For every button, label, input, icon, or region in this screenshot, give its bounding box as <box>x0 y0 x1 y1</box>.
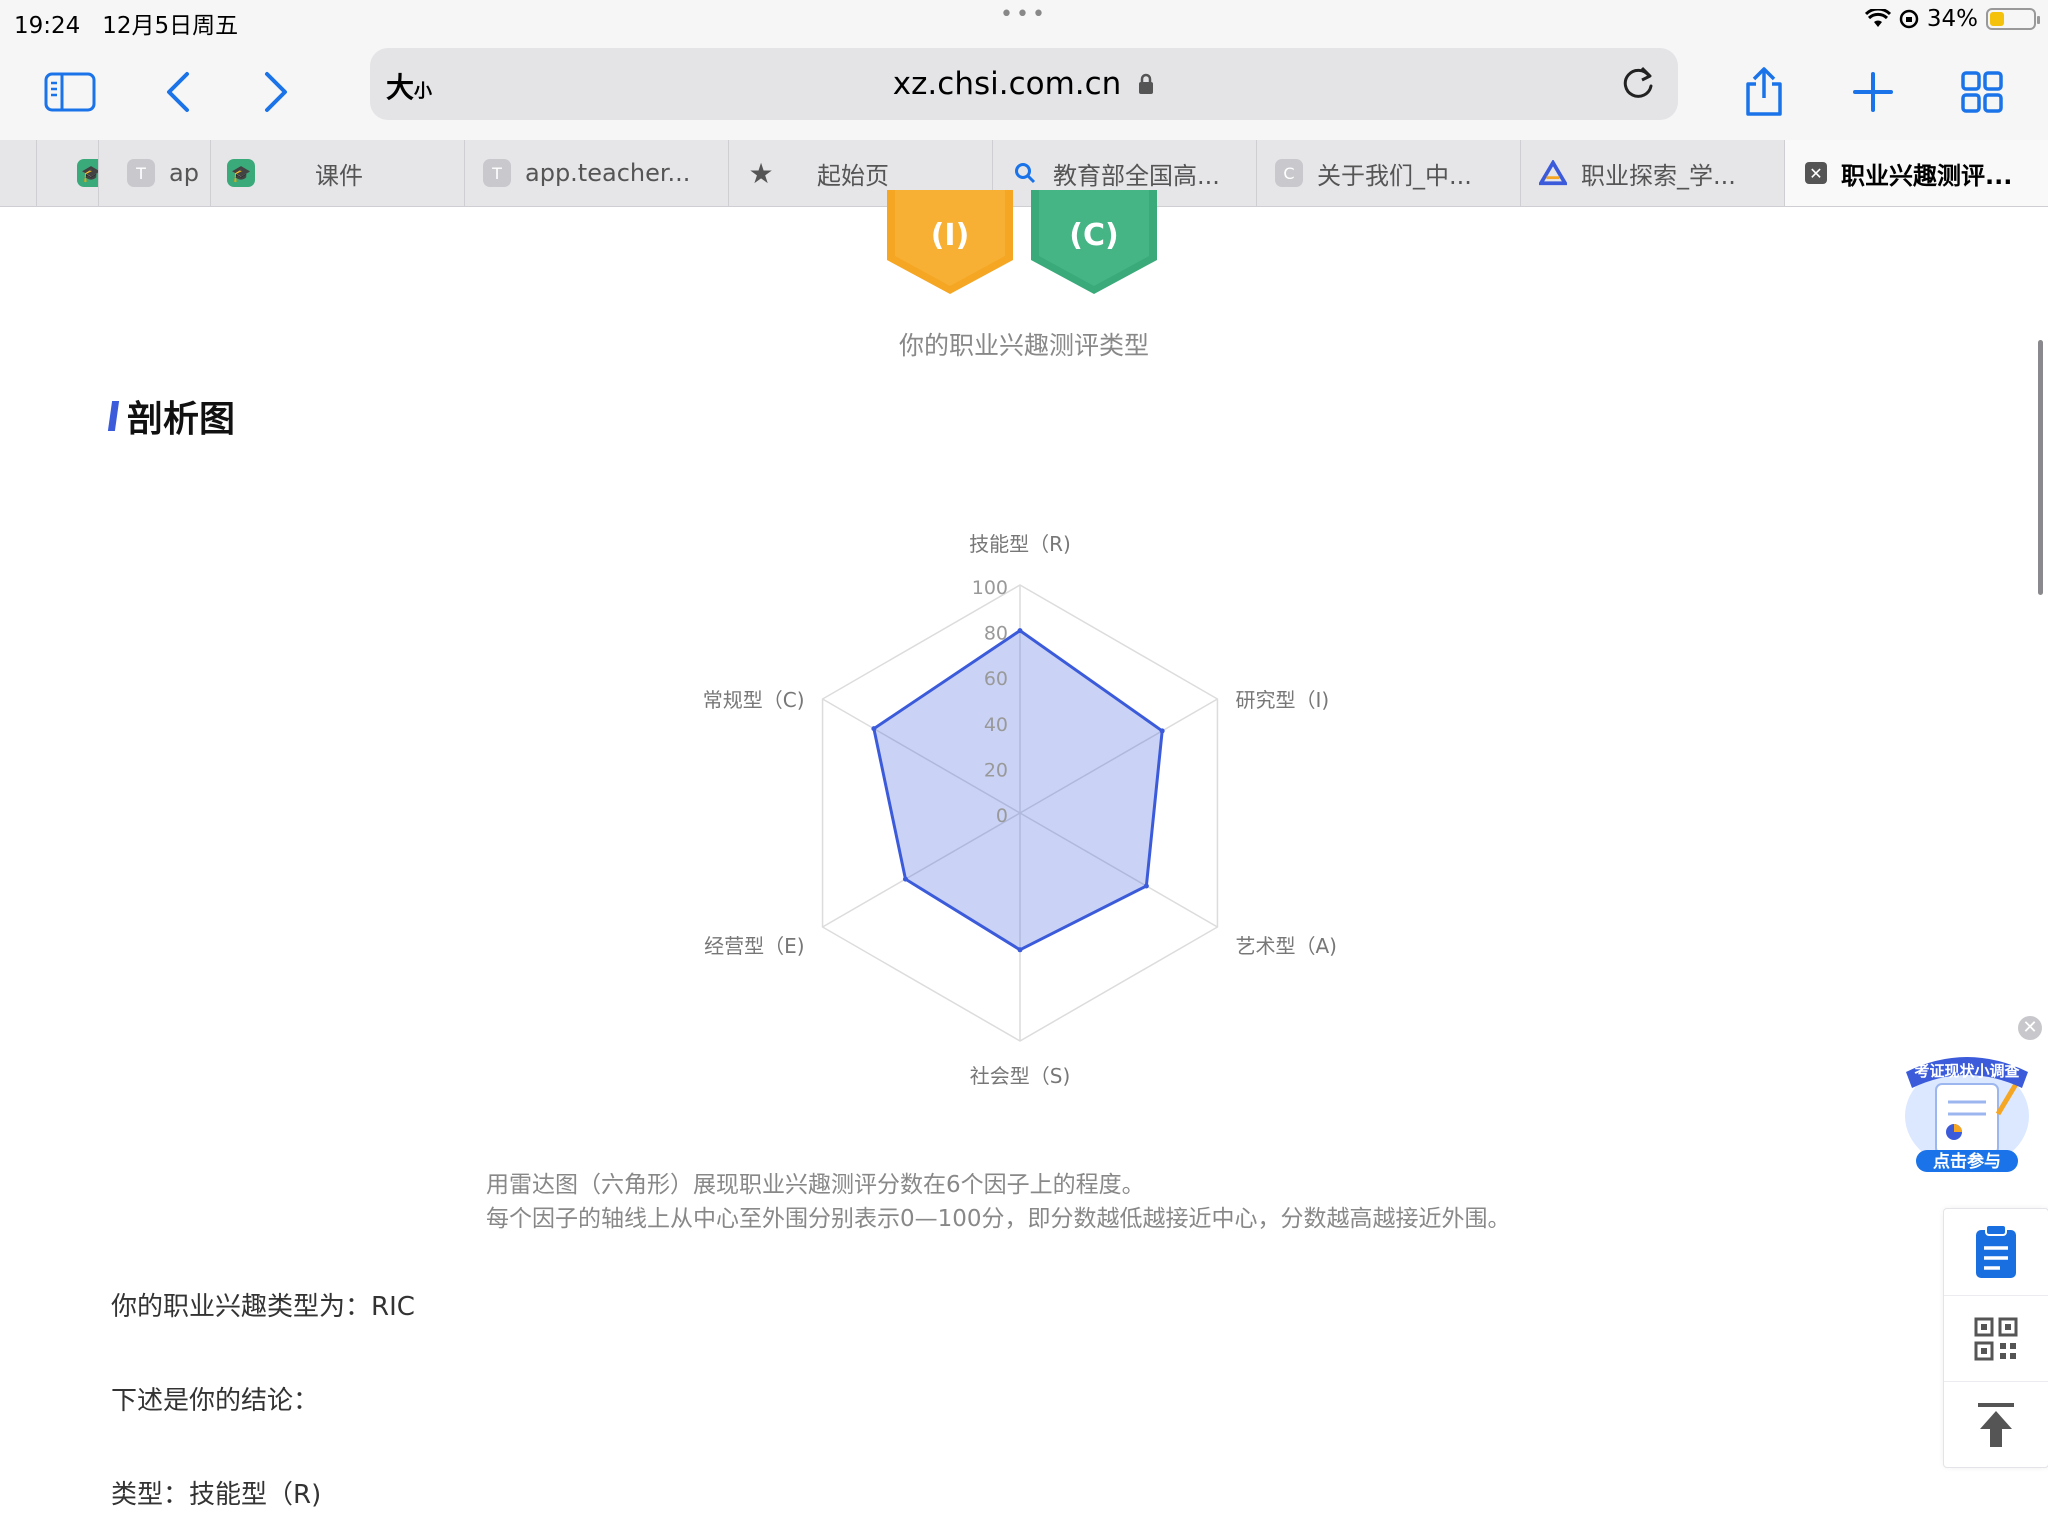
survey-widget[interactable]: 考证现状小调查 点击参与 <box>1898 1044 2036 1174</box>
section-title: 剖析图 <box>107 390 235 442</box>
star-icon: ★ <box>748 156 774 190</box>
tab-ap[interactable]: T ap <box>98 140 210 206</box>
badge-conventional <box>1031 190 1157 294</box>
back-to-top-icon[interactable] <box>1944 1381 2048 1468</box>
t-favicon-icon: T <box>127 159 155 187</box>
wifi-icon <box>1864 9 1891 27</box>
side-toolbar <box>1943 1208 2048 1468</box>
qr-code-icon[interactable] <box>1944 1295 2048 1382</box>
tab-courseware[interactable]: 🎓 课件 <box>210 140 464 206</box>
tab-about-us[interactable]: C 关于我们_中... <box>1256 140 1520 206</box>
reload-icon[interactable] <box>1618 62 1658 106</box>
back-icon[interactable] <box>148 62 208 122</box>
radar-chart: 0 20 40 60 80 100 技能型（R) 研究型（I) 艺术型（A) 社会型（S) 经营型（… <box>703 532 1337 1088</box>
share-icon[interactable] <box>1734 62 1794 122</box>
status-indicators: 34% <box>1864 6 2040 32</box>
radar-tick-label: 100 <box>972 577 1008 599</box>
graduation-cap-icon: 🎓 <box>227 159 255 187</box>
graduation-cap-icon: 🎓 <box>77 159 98 187</box>
radar-data-point <box>871 726 877 732</box>
tab-overview-icon[interactable] <box>1952 62 2012 122</box>
result-type-line: 你的职业兴趣类型为：RIC <box>111 1292 415 1322</box>
radar-data-point <box>1017 628 1023 634</box>
radar-data-point <box>1143 883 1149 889</box>
c-favicon-icon: C <box>1275 159 1303 187</box>
tab-bar: 🎓 T ap 🎓 课件 T app.teacher... ★ 起始页 教育部全国… <box>0 140 2048 207</box>
tab-graduation-cap-partial[interactable]: 🎓 <box>36 140 98 206</box>
radar-axis-label: 艺术型（A) <box>1235 934 1336 958</box>
chart-description: 用雷达图（六角形）展现职业兴趣测评分数在6个因子上的程度。 每个因子的轴线上从中… <box>486 1168 1511 1236</box>
tab-career-interest-active[interactable]: ✕ 职业兴趣测评... <box>1784 140 2048 206</box>
battery-icon <box>1986 8 2040 30</box>
radar-axis-label: 技能型（R) <box>969 532 1071 556</box>
page-scrollbar[interactable] <box>2038 340 2043 595</box>
radar-tick-label: 20 <box>984 759 1008 781</box>
badge-investigative <box>887 190 1013 294</box>
triangle-logo-icon <box>1539 159 1567 187</box>
radar-data-point <box>902 876 908 882</box>
radar-axis-label: 研究型（I) <box>1235 688 1329 712</box>
type-caption: 你的职业兴趣测评类型 <box>898 331 1149 360</box>
radar-tick-label: 40 <box>984 714 1008 736</box>
radar-data-point <box>1159 728 1165 734</box>
chart-description-line-1: 用雷达图（六角形）展现职业兴趣测评分数在6个因子上的程度。 <box>486 1172 1145 1198</box>
url-display[interactable]: xz.chsi.com.cn <box>370 66 1678 102</box>
status-time: 19:24 12月5日周五 <box>14 13 239 39</box>
multitask-dots-icon[interactable]: ••• <box>1000 2 1048 27</box>
tab-career-explore[interactable]: 职业探索_学... <box>1520 140 1784 206</box>
radar-data-point <box>1017 947 1023 953</box>
t-favicon-icon: T <box>483 159 511 187</box>
new-tab-icon[interactable] <box>1843 62 1903 122</box>
radar-tick-label: 80 <box>984 623 1008 645</box>
lock-icon <box>1139 73 1154 94</box>
battery-percent: 34% <box>1926 6 1978 32</box>
category-line: 类型：技能型（R) <box>111 1480 322 1510</box>
survey-title: 考证现状小调查 <box>1914 1062 2020 1080</box>
survey-cta: 点击参与 <box>1933 1151 2001 1172</box>
section-title-accent <box>107 401 120 431</box>
address-bar[interactable]: 大小 xz.chsi.com.cn <box>370 48 1678 120</box>
conclusion-line: 下述是你的结论： <box>111 1386 320 1416</box>
forward-icon[interactable] <box>246 62 306 122</box>
sidebar-toggle-icon[interactable] <box>40 62 100 122</box>
radar-tick-label: 60 <box>984 668 1008 690</box>
status-bar: 19:24 12月5日周五 ••• 34% <box>0 0 2048 44</box>
status-date: 12月5日周五 <box>102 13 239 39</box>
close-tab-icon[interactable]: ✕ <box>1805 162 1827 184</box>
search-icon <box>1011 159 1039 187</box>
clipboard-icon[interactable] <box>1944 1209 2048 1295</box>
radar-tick-label: 0 <box>996 805 1008 827</box>
chart-description-line-2: 每个因子的轴线上从中心至外围分别表示0—100分，即分数越低越接近中心，分数越高… <box>486 1206 1511 1232</box>
radar-axis-label: 社会型（S) <box>970 1064 1071 1088</box>
tab-app-teacher[interactable]: T app.teacher... <box>464 140 728 206</box>
radar-axis-label: 经营型（E) <box>704 934 804 958</box>
orientation-lock-icon <box>1899 9 1919 29</box>
survey-close-icon[interactable]: ✕ <box>2018 1016 2042 1040</box>
radar-axis-label: 常规型（C) <box>703 688 805 712</box>
